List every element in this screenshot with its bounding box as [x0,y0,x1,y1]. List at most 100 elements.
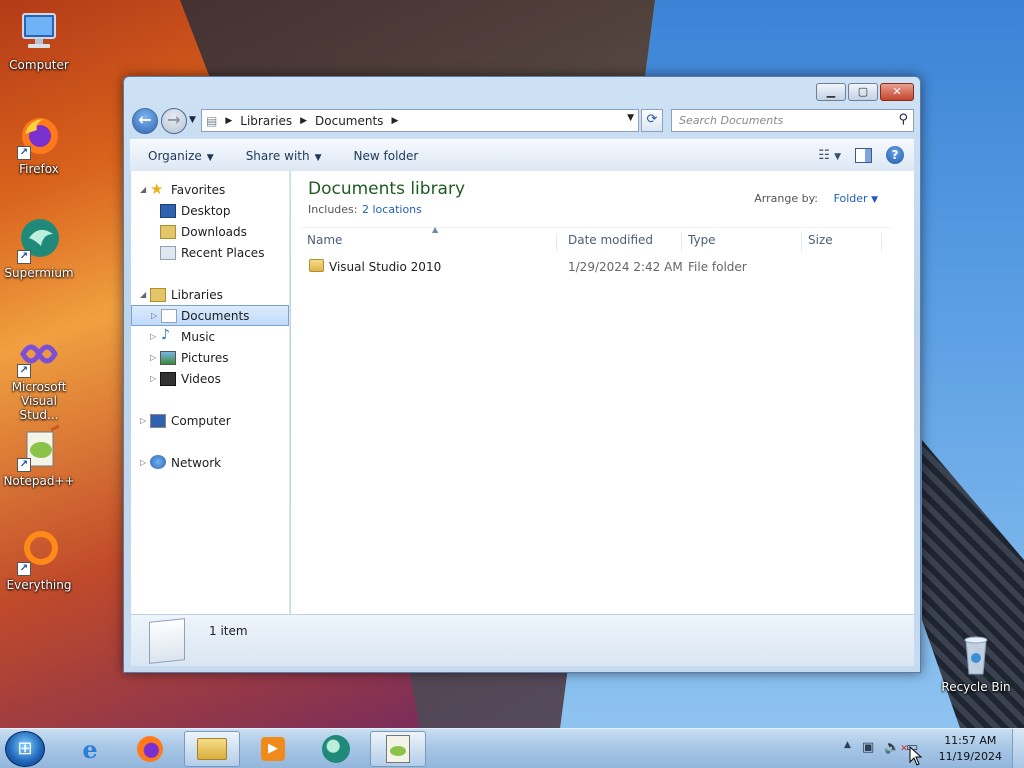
column-type[interactable]: Type [682,233,802,251]
desktop-icon-label: Firefox [19,162,59,176]
nav-network[interactable]: ▷ Network [131,452,289,473]
clock[interactable]: 11:57 AM 11/19/2024 [939,733,1002,765]
nav-libraries[interactable]: ◢ Libraries [131,284,289,305]
shortcut-arrow-icon: ↗ [17,562,31,576]
show-hidden-icons-icon[interactable]: ▲ [844,740,851,750]
address-bar[interactable]: ▤ ▶ Libraries ▶ Documents ▶ ▼ [201,109,639,132]
desktop-icon-everything[interactable]: ↗ Everything [1,528,77,592]
share-with-label: Share with [245,148,310,163]
desktop-icon-computer[interactable]: Computer [1,8,77,72]
supermium-icon: ↗ [15,216,63,264]
desktop-icon-firefox[interactable]: ↗ Firefox [1,112,77,176]
desktop-icon-label: Notepad++ [3,474,75,488]
arrange-by-dropdown[interactable]: Folder ▼ [834,192,878,205]
internet-explorer-icon: e [82,734,98,764]
nav-pictures[interactable]: ▷ Pictures [131,347,289,368]
arrange-by-label: Arrange by: [754,192,818,205]
minimize-button[interactable]: ▁ [816,83,846,101]
show-desktop-button[interactable] [1012,729,1024,768]
nav-videos[interactable]: ▷ Videos [131,368,289,389]
explorer-window[interactable]: ▁ ▢ ✕ ← → ▼ ▤ ▶ Libraries ▶ Documents ▶ … [123,76,921,673]
volume-muted-icon[interactable]: 🔈✕ [884,740,908,755]
taskbar-media-player[interactable]: ▶ [245,731,301,767]
collapsed-triangle-icon[interactable]: ▷ [151,311,157,320]
taskbar-supermium[interactable] [308,731,364,767]
taskbar-windows-explorer[interactable] [184,731,240,767]
everything-icon: ↗ [15,528,63,576]
recent-places-icon [160,246,176,260]
search-icon[interactable]: ⚲ [898,112,908,127]
computer-icon [150,414,166,428]
close-button[interactable]: ✕ [880,83,914,101]
taskbar-internet-explorer[interactable]: e [62,731,118,767]
collapsed-triangle-icon[interactable]: ▷ [150,332,156,341]
collapsed-triangle-icon[interactable]: ▷ [150,374,156,383]
nav-computer[interactable]: ▷ Computer [131,410,289,431]
system-tray: ▲ ▣ 🔈✕ ▭ 11:57 AM 11/19/2024 [834,729,1024,768]
folder-icon [197,738,227,760]
chevron-down-icon: ▼ [314,152,322,163]
file-row[interactable]: Visual Studio 2010 1/29/2024 2:42 AM Fil… [301,256,891,278]
action-center-icon[interactable]: ▣ [862,740,874,755]
recent-pages-dropdown[interactable]: ▼ [189,115,196,125]
breadcrumb-documents[interactable]: Documents [311,114,387,128]
help-icon[interactable]: ? [886,146,904,164]
collapsed-triangle-icon[interactable]: ▷ [150,353,156,362]
nav-favorites[interactable]: ◢ ★ Favorites [131,179,289,200]
collapsed-triangle-icon[interactable]: ▷ [140,458,146,467]
change-view-icon[interactable]: ☷ ▼ [818,148,841,163]
forward-button[interactable]: → [161,108,187,134]
nav-documents[interactable]: ▷ Documents [131,305,289,326]
expanded-triangle-icon[interactable]: ◢ [140,185,146,194]
nav-desktop[interactable]: Desktop [131,200,289,221]
nav-label: Documents [181,308,250,323]
desktop-icon-label: Everything [6,578,72,592]
nav-label: Favorites [171,182,226,197]
breadcrumb-chevron-icon[interactable]: ▶ [296,116,311,126]
includes-locations-link[interactable]: 2 locations [362,203,422,216]
taskbar-firefox[interactable] [122,731,178,767]
star-icon: ★ [150,180,164,198]
navigation-bar: ← → ▼ ▤ ▶ Libraries ▶ Documents ▶ ▼ ⟳ Se… [131,107,914,135]
desktop-icon-notepad-plus-plus[interactable]: ↗ Notepad++ [1,424,77,488]
nav-music[interactable]: ▷ ♪ Music [131,326,289,347]
new-folder-button[interactable]: New folder [336,149,433,163]
nav-label: Network [171,455,222,470]
start-button[interactable]: ⊞ [5,731,45,767]
nav-downloads[interactable]: Downloads [131,221,289,242]
breadcrumb-chevron-icon[interactable]: ▶ [387,116,402,126]
organize-label: Organize [148,148,202,163]
desktop-icon-supermium[interactable]: ↗ Supermium [1,216,77,280]
nav-recent-places[interactable]: Recent Places [131,242,289,263]
desktop-folder-icon [160,204,176,218]
command-toolbar: Organize ▼ Share with ▼ New folder ☷ ▼ ? [130,139,914,171]
taskbar-notepad-plus-plus[interactable] [370,731,426,767]
breadcrumb-chevron-icon[interactable]: ▶ [221,116,236,126]
column-size[interactable]: Size [802,233,882,251]
nav-label: Recent Places [181,245,265,260]
file-date-modified: 1/29/2024 2:42 AM [568,260,683,274]
column-date-modified[interactable]: Date modified [562,233,682,251]
share-with-button[interactable]: Share with ▼ [228,149,336,163]
collapsed-triangle-icon[interactable]: ▷ [140,416,146,425]
expanded-triangle-icon[interactable]: ◢ [140,290,146,299]
preview-pane-icon[interactable] [855,147,872,163]
maximize-button[interactable]: ▢ [848,83,878,101]
refresh-button[interactable]: ⟳ [641,109,663,132]
breadcrumb-libraries[interactable]: Libraries [236,114,296,128]
taskbar: ⊞ e ▶ ▲ ▣ 🔈✕ ▭ 11:57 AM 11/19/2024 [0,728,1024,768]
back-button[interactable]: ← [132,108,158,134]
column-name[interactable]: Name [301,233,557,251]
desktop-icon-label: Supermium [4,266,74,280]
organize-button[interactable]: Organize ▼ [130,149,228,163]
visual-studio-icon: ↗ [15,330,63,378]
nav-label: Music [181,329,216,344]
desktop-icon-label: Computer [9,58,69,72]
library-document-icon [149,618,185,664]
item-count: 1 item [209,624,248,638]
search-input[interactable]: Search Documents ⚲ [671,109,914,132]
desktop-icon-recycle-bin[interactable]: Recycle Bin [938,630,1014,694]
desktop-icon-visual-studio[interactable]: ↗ Microsoft Visual Stud... [1,330,77,422]
address-dropdown-icon[interactable]: ▼ [627,113,634,123]
address-location-icon: ▤ [206,113,218,128]
